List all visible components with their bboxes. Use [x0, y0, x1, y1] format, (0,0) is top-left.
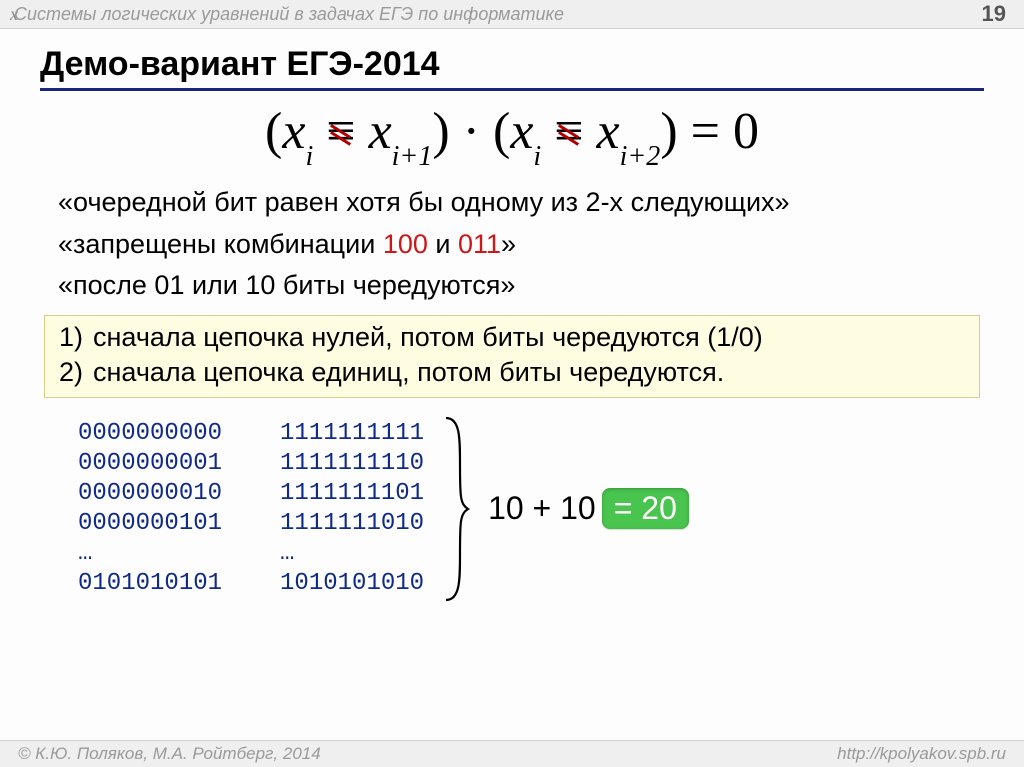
- slide-header: xСистемы логических уравнений в задачах …: [0, 0, 1024, 29]
- footer-copyright: © К.Ю. Поляков, М.А. Ройтберг, 2014: [18, 741, 321, 767]
- eq-rparen2: ): [660, 103, 677, 160]
- struck-equiv-2-icon: ≡: [554, 105, 583, 160]
- eq-rhs: = 0: [691, 103, 759, 160]
- eq-x2: x: [369, 103, 392, 160]
- eq-x1: x: [282, 103, 305, 160]
- result-answer-badge: = 20: [602, 488, 689, 529]
- eq-rparen1: ): [432, 103, 449, 160]
- bit-sequences-area: 0000000000 0000000001 0000000010 0000000…: [78, 414, 984, 604]
- eq-lparen1: (: [265, 103, 282, 160]
- result-expression: 10 + 10 = 20: [488, 488, 689, 529]
- interp-line-1: «очередной бит равен хотя бы одному из 2…: [58, 182, 984, 224]
- slide-footer: © К.Ю. Поляков, М.А. Ройтберг, 2014 http…: [0, 740, 1024, 767]
- interp-line-2: «запрещены комбинации 100 и 011»: [58, 224, 984, 266]
- breadcrumb: Системы логических уравнений в задачах Е…: [14, 4, 564, 24]
- footer-url: http://kpolyakov.spb.ru: [837, 741, 1006, 767]
- box-row-2: 2)сначала цепочка единиц, потом биты чер…: [59, 355, 969, 390]
- eq-sub-i1: i: [305, 141, 313, 172]
- eq-x4: x: [597, 103, 620, 160]
- eq-sub-i1p: i+1: [392, 141, 433, 172]
- eq-dot: ·: [463, 103, 480, 160]
- forbidden-011: 011: [458, 229, 501, 259]
- slide-body: Демо-вариант ЕГЭ-2014 (xi ≡ xi+1) · (xi …: [0, 29, 1024, 604]
- page-number: 19: [982, 0, 1006, 28]
- eq-lparen2: (: [493, 103, 510, 160]
- slide-title: Демо-вариант ЕГЭ-2014: [40, 45, 984, 91]
- bit-column-a: 0000000000 0000000001 0000000010 0000000…: [78, 419, 222, 599]
- eq-x3: x: [510, 103, 533, 160]
- eq-sub-i2: i: [533, 141, 541, 172]
- curly-brace-icon: [442, 414, 470, 604]
- highlight-box: 1)сначала цепочка нулей, потом биты чере…: [44, 315, 980, 397]
- eq-sub-i2p: i+2: [620, 141, 661, 172]
- struck-equiv-1-icon: ≡: [326, 105, 355, 160]
- bit-column-b: 1111111111 1111111110 1111111101 1111111…: [280, 419, 424, 599]
- interpretations: «очередной бит равен хотя бы одному из 2…: [58, 182, 984, 308]
- box-row-1: 1)сначала цепочка нулей, потом биты чере…: [59, 320, 969, 355]
- forbidden-100: 100: [383, 229, 428, 259]
- main-equation: (xi ≡ xi+1) · (xi ≡ xi+2) = 0: [40, 105, 984, 166]
- breadcrumb-wrap: xСистемы логических уравнений в задачах …: [10, 0, 564, 28]
- result-lhs: 10 + 10: [488, 490, 596, 527]
- interp-line-3: «после 01 или 10 биты чередуются»: [58, 265, 984, 307]
